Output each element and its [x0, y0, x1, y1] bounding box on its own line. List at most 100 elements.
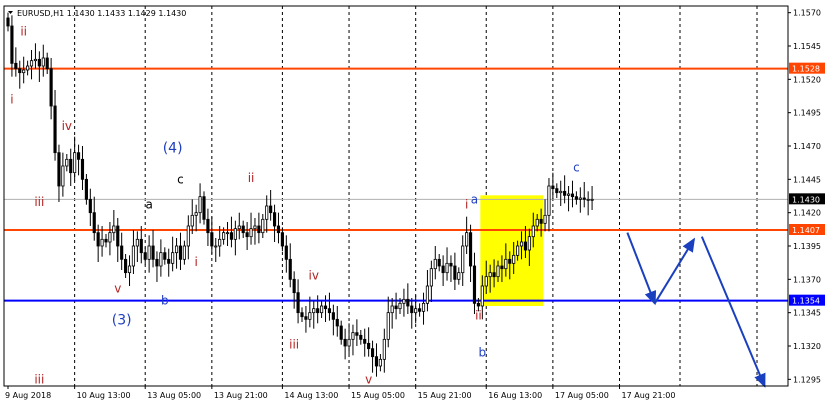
candle-body: [178, 245, 183, 260]
candle-body: [218, 238, 222, 247]
x-tick-label: 17 Aug 05:00: [555, 391, 609, 400]
candle-body: [10, 25, 14, 64]
candle-body: [143, 252, 147, 260]
candle-body: [578, 197, 582, 200]
wave-label: i: [10, 92, 13, 106]
candle-body: [512, 254, 516, 264]
candle-body: [265, 205, 269, 220]
candle-body: [84, 178, 88, 200]
x-tick-label: 17 Aug 21:00: [622, 391, 676, 400]
candle[interactable]: [202, 191, 206, 225]
candle-body: [120, 245, 124, 260]
candle-body: [104, 238, 108, 243]
candle-body: [167, 258, 171, 264]
candle-body: [245, 232, 249, 238]
candle-body: [229, 232, 234, 240]
candle-body: [343, 338, 347, 347]
x-tick-label: 15 Aug 21:00: [418, 391, 472, 400]
candle-body: [378, 358, 382, 367]
candle-body: [233, 228, 237, 240]
wave-label: ii: [20, 24, 27, 38]
candle-body: [88, 198, 92, 214]
candle-body: [127, 265, 132, 274]
candle-body: [582, 197, 586, 200]
candle-body: [374, 356, 379, 367]
candle-body: [300, 312, 304, 318]
y-tick-label: 1.1470: [793, 142, 821, 151]
wave-label: iii: [289, 338, 299, 352]
candle-body: [14, 62, 18, 70]
candle-body: [249, 228, 253, 238]
candle-body: [331, 312, 335, 320]
candle-body: [468, 232, 473, 267]
candle-body: [433, 258, 437, 270]
candle-body: [316, 308, 320, 314]
candle-body: [312, 308, 316, 314]
candle-body: [41, 57, 45, 67]
wave-label: ii: [248, 171, 255, 185]
candle-body: [190, 214, 194, 227]
symbol-header: EURUSD,H1 1.1430 1.1433 1.1429 1.1430: [17, 9, 186, 18]
candle-body: [139, 238, 143, 254]
candle-body: [566, 193, 571, 196]
candle-body: [555, 188, 559, 194]
wave-label: v: [365, 372, 372, 386]
candle-body: [147, 245, 151, 260]
candle-body: [339, 325, 343, 340]
candle-body: [531, 225, 535, 238]
candle-body: [327, 308, 332, 314]
candle-body: [198, 196, 202, 214]
candle-body: [96, 232, 100, 247]
candle-body: [465, 232, 469, 247]
candle-body: [335, 318, 339, 327]
candle-body: [100, 238, 104, 247]
chart[interactable]: 1.14301.15281.14071.1354 iiiiviii(4)cavb…: [0, 0, 831, 411]
candle-body: [57, 152, 61, 187]
candle-body: [386, 312, 390, 340]
candle-body: [504, 258, 508, 270]
x-tick-label: 10 Aug 13:00: [77, 391, 131, 400]
candle-body: [292, 278, 296, 294]
candle-body: [92, 212, 96, 234]
wave-label: v: [114, 282, 121, 296]
candle-body: [225, 232, 230, 235]
level-label: 1.1407: [792, 226, 820, 235]
candle-body: [539, 218, 543, 224]
candle-body: [151, 245, 155, 260]
candle-body: [480, 285, 484, 307]
candle-body: [202, 196, 206, 220]
candle-body: [26, 65, 30, 71]
candle-body: [135, 238, 139, 247]
candle-body: [488, 272, 492, 278]
candle-body: [472, 265, 477, 304]
x-tick-label: 13 Aug 05:00: [147, 391, 201, 400]
candle-body: [508, 258, 512, 264]
candle-body: [163, 252, 167, 260]
candle-body: [73, 152, 77, 174]
current-price-label: 1.1430: [792, 195, 820, 204]
candle-body: [116, 225, 120, 247]
candle-body: [182, 245, 186, 260]
candle-body: [484, 276, 488, 287]
candle-body: [257, 225, 261, 234]
candle-body: [112, 225, 116, 234]
candle-body: [22, 69, 26, 74]
candle-body: [174, 245, 179, 254]
wave-label: a: [471, 192, 478, 206]
candle-body: [492, 272, 496, 278]
candle-body: [296, 292, 300, 314]
candle-body: [276, 225, 281, 234]
candle-body: [194, 212, 198, 216]
y-tick-label: 1.1445: [793, 175, 821, 184]
level-label: 1.1354: [792, 297, 820, 306]
y-tick-label: 1.1295: [793, 375, 821, 384]
y-tick-label: 1.1420: [793, 209, 821, 218]
candle-body: [124, 258, 128, 274]
candle-body: [222, 232, 226, 240]
candle-body: [53, 105, 57, 154]
y-tick-label: 1.1570: [793, 9, 821, 18]
candle-body: [394, 305, 398, 310]
y-tick-label: 1.1545: [793, 42, 821, 51]
y-tick-label: 1.1370: [793, 275, 821, 284]
candle-body: [476, 302, 480, 307]
